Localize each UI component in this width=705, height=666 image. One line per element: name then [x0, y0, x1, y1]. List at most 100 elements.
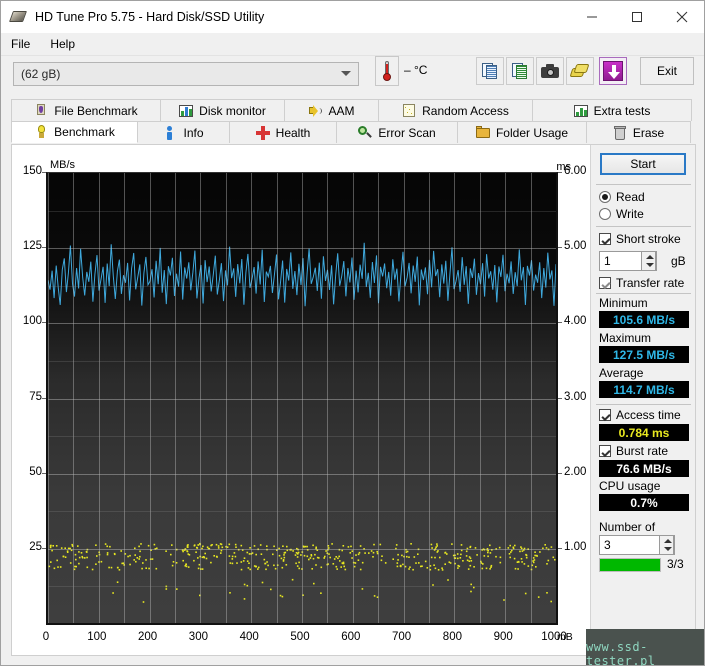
vertical-gridline — [429, 173, 430, 623]
y-axis-tick-label: 125 — [2, 240, 42, 252]
tab-aam[interactable]: AAM — [284, 99, 379, 121]
random-access-icon — [402, 104, 416, 118]
tab-extra-tests[interactable]: Extra tests — [532, 99, 692, 121]
y-axis-tick-mark — [42, 247, 46, 248]
checkbox-transfer-rate[interactable]: Transfer rate — [599, 276, 684, 290]
minimum-value: 105.6 MB/s — [599, 311, 689, 328]
minimum-label: Minimum — [599, 296, 648, 310]
tab-error-scan[interactable]: Error Scan — [336, 121, 458, 143]
radio-write-indicator — [599, 208, 611, 220]
start-button[interactable]: Start — [600, 153, 686, 175]
y-axis-tick-mark — [42, 548, 46, 549]
passes-stepper[interactable] — [659, 535, 674, 555]
short-stroke-checkbox-indicator — [599, 233, 611, 245]
passes-input[interactable]: 3 — [599, 535, 675, 555]
tab-health[interactable]: Health — [229, 121, 337, 143]
burst-rate-value: 76.6 MB/s — [599, 460, 689, 477]
tab-random-access[interactable]: Random Access — [378, 99, 533, 121]
tab-folder-usage[interactable]: Folder Usage — [457, 121, 587, 143]
extra-tests-icon — [574, 104, 588, 118]
transfer-rate-checkbox-indicator — [599, 277, 611, 289]
cpu-usage-value: 0.7% — [599, 494, 689, 511]
tab-folder-usage-label: Folder Usage — [496, 126, 568, 140]
tab-info[interactable]: Info — [137, 121, 230, 143]
tab-erase[interactable]: Erase — [586, 121, 691, 143]
x-axis-tick-label: 400 — [229, 631, 269, 643]
tab-row-top: File Benchmark Disk monitor AAM Random A… — [11, 99, 696, 121]
short-stroke-input[interactable]: 1 — [599, 251, 657, 271]
vertical-gridline — [556, 173, 557, 623]
watermark: www.ssd-tester.pl — [586, 629, 704, 665]
transfer-rate-label: Transfer rate — [616, 276, 684, 290]
copy-to-clipboard-button[interactable] — [476, 57, 504, 85]
download-arrow-icon — [603, 61, 623, 81]
window-controls — [569, 1, 704, 33]
radio-read[interactable]: Read — [599, 190, 645, 204]
x-axis-tick-label: 200 — [128, 631, 168, 643]
health-cross-icon — [256, 126, 270, 140]
vertical-gridline — [353, 173, 354, 623]
menu-file[interactable]: File — [1, 34, 40, 54]
hdd-icon — [10, 9, 28, 25]
horizontal-gridline — [48, 323, 556, 324]
export-spreadsheet-icon — [512, 63, 529, 80]
donate-button[interactable] — [566, 57, 594, 85]
horizontal-gridline — [48, 248, 556, 249]
short-stroke-stepper[interactable] — [641, 251, 656, 271]
tab-bar: File Benchmark Disk monitor AAM Random A… — [11, 99, 696, 144]
file-benchmark-icon — [34, 104, 48, 118]
benchmark-panel: MB/s ms 2550751001251501.002.003.004.005… — [11, 144, 696, 656]
checkbox-access-time[interactable]: Access time — [599, 408, 681, 422]
vertical-gridline — [277, 173, 278, 623]
minimize-button[interactable] — [569, 1, 614, 32]
tab-erase-label: Erase — [633, 126, 664, 140]
x-axis-tick-label: 700 — [382, 631, 422, 643]
export-button[interactable] — [506, 57, 534, 85]
window-title: HD Tune Pro 5.75 - Hard Disk/SSD Utility — [35, 10, 264, 24]
y-axis-tick-mark — [42, 473, 46, 474]
horizontal-gridline — [48, 399, 556, 400]
vertical-gridline — [531, 173, 532, 623]
tab-benchmark[interactable]: Benchmark — [11, 121, 138, 143]
short-stroke-label: Short stroke — [616, 232, 681, 246]
info-icon — [163, 126, 177, 140]
y-axis-tick-label: 150 — [2, 165, 42, 177]
tab-file-benchmark[interactable]: File Benchmark — [11, 99, 161, 121]
horizontal-gridline — [48, 211, 556, 212]
checkbox-short-stroke[interactable]: Short stroke — [599, 232, 681, 246]
radio-write[interactable]: Write — [599, 207, 644, 221]
maximum-value: 127.5 MB/s — [599, 346, 689, 363]
close-button[interactable] — [659, 1, 704, 32]
tab-disk-monitor[interactable]: Disk monitor — [160, 99, 285, 121]
exit-button-label: Exit — [657, 64, 677, 78]
y2-axis-tick-mark — [558, 322, 562, 323]
y-axis-tick-mark — [42, 398, 46, 399]
horizontal-gridline — [48, 361, 556, 362]
thermometer-icon — [383, 61, 391, 81]
download-button[interactable] — [599, 57, 627, 85]
drive-select[interactable]: (62 gB) — [13, 62, 359, 86]
y-axis-tick-label: 100 — [2, 315, 42, 327]
exit-button[interactable]: Exit — [640, 57, 694, 85]
plot-area — [46, 172, 558, 625]
vertical-gridline — [99, 173, 100, 623]
checkbox-burst-rate[interactable]: Burst rate — [599, 444, 668, 458]
tab-row-bottom: Benchmark Info Health Error Scan Folder … — [11, 121, 696, 143]
radio-write-label: Write — [616, 207, 644, 221]
trash-icon — [613, 126, 627, 140]
average-label: Average — [599, 366, 643, 380]
screenshot-button[interactable] — [536, 57, 564, 85]
tab-disk-monitor-label: Disk monitor — [199, 104, 266, 118]
vertical-gridline — [73, 173, 74, 623]
vertical-gridline — [454, 173, 455, 623]
horizontal-gridline — [48, 549, 556, 550]
menu-help[interactable]: Help — [40, 34, 85, 54]
vertical-gridline — [150, 173, 151, 623]
maximize-button[interactable] — [614, 1, 659, 32]
y2-axis-tick-mark — [558, 247, 562, 248]
camera-icon — [541, 64, 559, 78]
money-icon — [571, 64, 589, 78]
folder-icon — [476, 126, 490, 140]
chevron-down-icon — [341, 71, 351, 76]
results-panel: Start Read Write Short stroke 1 gB — [590, 145, 695, 655]
